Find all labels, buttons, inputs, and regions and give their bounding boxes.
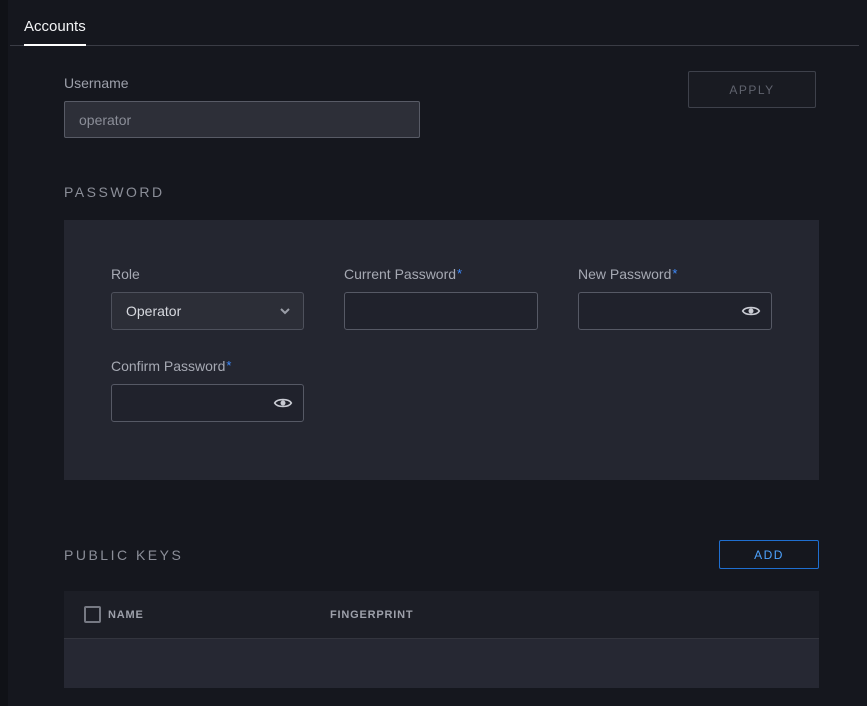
current-password-label: Current Password*: [344, 266, 538, 282]
new-password-label-text: New Password: [578, 266, 671, 282]
role-selected-value: Operator: [126, 303, 181, 319]
public-keys-table: NAME FINGERPRINT: [64, 591, 819, 688]
grid-spacer: [344, 358, 538, 422]
table-empty-row: [64, 639, 819, 688]
current-password-input-wrap: [344, 292, 538, 330]
column-header-fingerprint: FINGERPRINT: [330, 609, 819, 621]
public-keys-heading: PUBLIC KEYS: [64, 547, 183, 563]
grid-spacer: [578, 358, 772, 422]
column-header-name: NAME: [108, 609, 330, 621]
confirm-password-input-wrap: [111, 384, 304, 422]
tab-bar: Accounts: [10, 0, 859, 46]
select-all-checkbox[interactable]: [84, 606, 101, 623]
add-public-key-button[interactable]: ADD: [719, 540, 819, 569]
required-asterisk: *: [672, 266, 677, 281]
new-password-label: New Password*: [578, 266, 772, 282]
username-input[interactable]: [64, 101, 420, 138]
current-password-label-text: Current Password: [344, 266, 456, 282]
confirm-password-label-text: Confirm Password: [111, 358, 225, 374]
current-password-field: Current Password*: [344, 266, 538, 330]
confirm-password-input[interactable]: [124, 395, 273, 411]
role-label: Role: [111, 266, 304, 282]
table-header-row: NAME FINGERPRINT: [64, 591, 819, 639]
username-row: Username APPLY: [64, 75, 819, 138]
select-all-cell: [64, 606, 108, 623]
chevron-down-icon: [279, 305, 291, 317]
tab-accounts[interactable]: Accounts: [24, 18, 86, 46]
role-field: Role Operator: [111, 266, 304, 330]
password-form-grid: Role Operator Current Password* New Pass…: [111, 266, 772, 422]
confirm-password-field: Confirm Password*: [111, 358, 304, 422]
required-asterisk: *: [226, 358, 231, 373]
page-content: Username APPLY PASSWORD Role Operator Cu…: [64, 45, 819, 688]
public-keys-header-row: PUBLIC KEYS ADD: [64, 540, 819, 569]
accounts-page: Accounts Username APPLY PASSWORD Role Op…: [8, 0, 867, 706]
new-password-input[interactable]: [591, 303, 741, 319]
password-panel: Role Operator Current Password* New Pass…: [64, 220, 819, 480]
left-edge-strip: [0, 0, 8, 706]
required-asterisk: *: [457, 266, 462, 281]
new-password-input-wrap: [578, 292, 772, 330]
current-password-input[interactable]: [357, 303, 527, 319]
eye-icon[interactable]: [741, 301, 761, 321]
apply-button[interactable]: APPLY: [688, 71, 816, 108]
role-select[interactable]: Operator: [111, 292, 304, 330]
password-section-heading: PASSWORD: [64, 184, 819, 200]
eye-icon[interactable]: [273, 393, 293, 413]
confirm-password-label: Confirm Password*: [111, 358, 304, 374]
new-password-field: New Password*: [578, 266, 772, 330]
